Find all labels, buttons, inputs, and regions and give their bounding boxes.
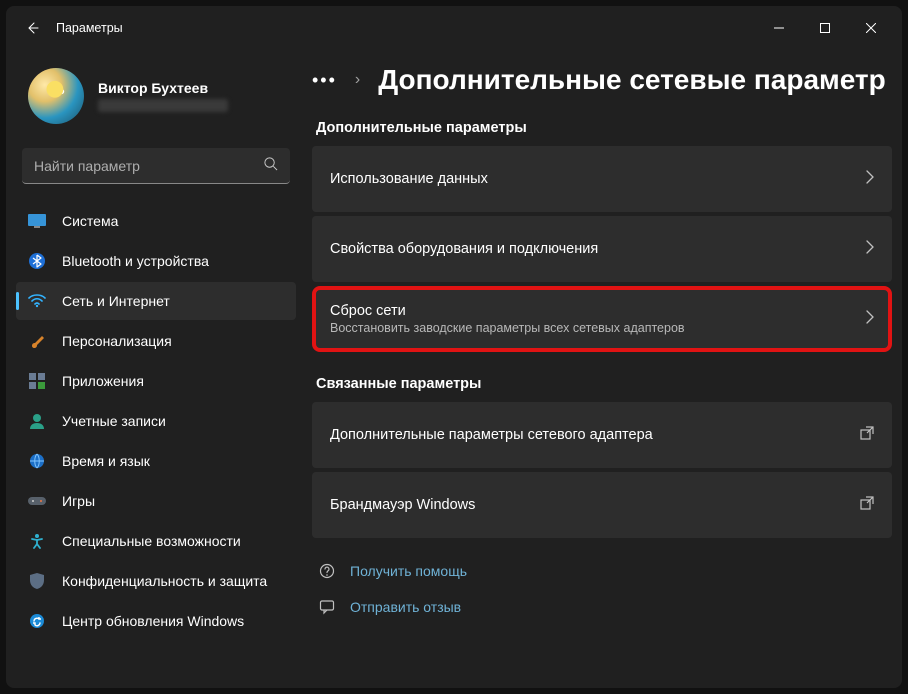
breadcrumb-more[interactable]: ••• — [312, 70, 337, 91]
section-header-related: Связанные параметры — [316, 376, 902, 392]
app-title: Параметры — [56, 21, 123, 35]
apps-icon — [28, 372, 46, 390]
monitor-icon — [28, 212, 46, 230]
sidebar-item-label: Сеть и Интернет — [62, 293, 170, 309]
content: ••• › Дополнительные сетевые параметр До… — [306, 50, 902, 688]
brush-icon — [28, 332, 46, 350]
card-title: Сброс сети — [330, 303, 685, 319]
link-get-help[interactable]: Получить помощь — [318, 562, 902, 580]
card-hardware-connection[interactable]: Свойства оборудования и подключения — [312, 216, 892, 282]
sidebar: Виктор Бухтеев Система Bluetooth и устро… — [6, 50, 306, 688]
minimize-button[interactable] — [756, 12, 802, 44]
globe-icon — [28, 452, 46, 470]
chevron-right-icon: › — [355, 71, 360, 89]
link-label: Отправить отзыв — [350, 599, 461, 615]
open-external-icon — [860, 496, 874, 515]
card-title: Использование данных — [330, 171, 488, 187]
card-data-usage[interactable]: Использование данных — [312, 146, 892, 212]
link-label: Получить помощь — [350, 563, 467, 579]
sidebar-item-personalization[interactable]: Персонализация — [16, 322, 296, 360]
feedback-icon — [318, 598, 336, 616]
sidebar-item-label: Игры — [62, 493, 95, 509]
search-icon — [263, 156, 278, 176]
breadcrumb: ••• › Дополнительные сетевые параметр — [312, 64, 902, 96]
help-icon — [318, 562, 336, 580]
close-button[interactable] — [848, 12, 894, 44]
link-give-feedback[interactable]: Отправить отзыв — [318, 598, 902, 616]
sidebar-item-privacy[interactable]: Конфиденциальность и защита — [16, 562, 296, 600]
page-title: Дополнительные сетевые параметр — [378, 64, 886, 96]
sidebar-item-label: Центр обновления Windows — [62, 613, 244, 629]
sidebar-item-label: Время и язык — [62, 453, 150, 469]
bluetooth-icon — [28, 252, 46, 270]
sidebar-item-label: Bluetooth и устройства — [62, 253, 209, 269]
settings-window: Параметры Виктор Бухтеев Система — [6, 6, 902, 688]
gamepad-icon — [28, 492, 46, 510]
back-button[interactable] — [14, 20, 50, 36]
user-profile[interactable]: Виктор Бухтеев — [16, 50, 296, 138]
sidebar-item-label: Учетные записи — [62, 413, 166, 429]
card-network-reset[interactable]: Сброс сети Восстановить заводские параме… — [312, 286, 892, 352]
wifi-icon — [28, 292, 46, 310]
sidebar-item-time-language[interactable]: Время и язык — [16, 442, 296, 480]
chevron-right-icon — [866, 170, 874, 189]
card-subtitle: Восстановить заводские параметры всех се… — [330, 321, 685, 335]
card-title: Дополнительные параметры сетевого адапте… — [330, 427, 653, 443]
user-email-redacted — [98, 99, 228, 112]
user-name: Виктор Бухтеев — [98, 80, 228, 96]
section-header-advanced: Дополнительные параметры — [316, 120, 902, 136]
sidebar-item-bluetooth[interactable]: Bluetooth и устройства — [16, 242, 296, 280]
sidebar-item-network[interactable]: Сеть и Интернет — [16, 282, 296, 320]
sidebar-item-label: Система — [62, 213, 118, 229]
search-box[interactable] — [22, 148, 290, 184]
chevron-right-icon — [866, 240, 874, 259]
sidebar-item-gaming[interactable]: Игры — [16, 482, 296, 520]
chevron-right-icon — [866, 310, 874, 329]
maximize-button[interactable] — [802, 12, 848, 44]
avatar — [28, 68, 84, 124]
sidebar-item-label: Персонализация — [62, 333, 172, 349]
shield-icon — [28, 572, 46, 590]
sidebar-item-label: Приложения — [62, 373, 144, 389]
open-external-icon — [860, 426, 874, 445]
card-network-adapter-options[interactable]: Дополнительные параметры сетевого адапте… — [312, 402, 892, 468]
sidebar-item-label: Специальные возможности — [62, 533, 241, 549]
card-windows-firewall[interactable]: Брандмауэр Windows — [312, 472, 892, 538]
update-icon — [28, 612, 46, 630]
sidebar-item-apps[interactable]: Приложения — [16, 362, 296, 400]
sidebar-item-accounts[interactable]: Учетные записи — [16, 402, 296, 440]
card-title: Брандмауэр Windows — [330, 497, 475, 513]
sidebar-item-accessibility[interactable]: Специальные возможности — [16, 522, 296, 560]
person-icon — [28, 412, 46, 430]
nav: Система Bluetooth и устройства Сеть и Ин… — [16, 202, 296, 640]
sidebar-item-label: Конфиденциальность и защита — [62, 573, 267, 589]
titlebar: Параметры — [6, 6, 902, 50]
card-title: Свойства оборудования и подключения — [330, 241, 598, 257]
accessibility-icon — [28, 532, 46, 550]
sidebar-item-windows-update[interactable]: Центр обновления Windows — [16, 602, 296, 640]
search-input[interactable] — [34, 158, 263, 174]
sidebar-item-system[interactable]: Система — [16, 202, 296, 240]
